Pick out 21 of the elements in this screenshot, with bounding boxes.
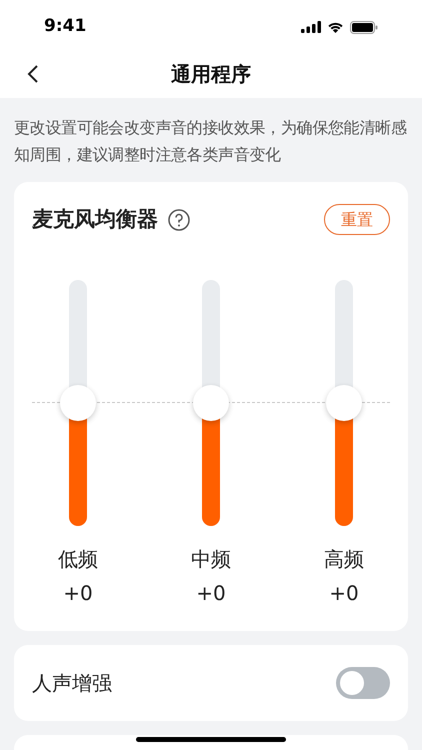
- band-label: 低频: [58, 546, 98, 572]
- band-label: 中频: [191, 546, 231, 572]
- band-value: +0: [196, 580, 226, 606]
- setting-label: 人声增强: [32, 670, 112, 697]
- notice-text: 更改设置可能会改变声音的接收效果，为确保您能清晰感知周围，建议调整时注意各类声音变化: [13, 117, 408, 166]
- band-label: 高频: [324, 546, 364, 572]
- signal-icon: [301, 21, 321, 33]
- toggle-switch[interactable]: [336, 667, 390, 699]
- page-title: 通用程序: [171, 61, 251, 88]
- band-value: +0: [329, 580, 359, 606]
- slider-thumb[interactable]: [193, 384, 229, 420]
- card-title: 麦克风均衡器: [32, 206, 158, 233]
- wifi-icon: [327, 21, 344, 33]
- battery-icon: [350, 20, 378, 34]
- slider-thumb[interactable]: [60, 384, 96, 420]
- status-time: 9:41: [44, 15, 86, 38]
- slider-thumb[interactable]: [326, 384, 362, 420]
- help-icon[interactable]: [168, 208, 190, 231]
- back-icon[interactable]: [27, 64, 39, 84]
- reset-button[interactable]: 重置: [324, 204, 390, 236]
- band-value: +0: [63, 580, 93, 606]
